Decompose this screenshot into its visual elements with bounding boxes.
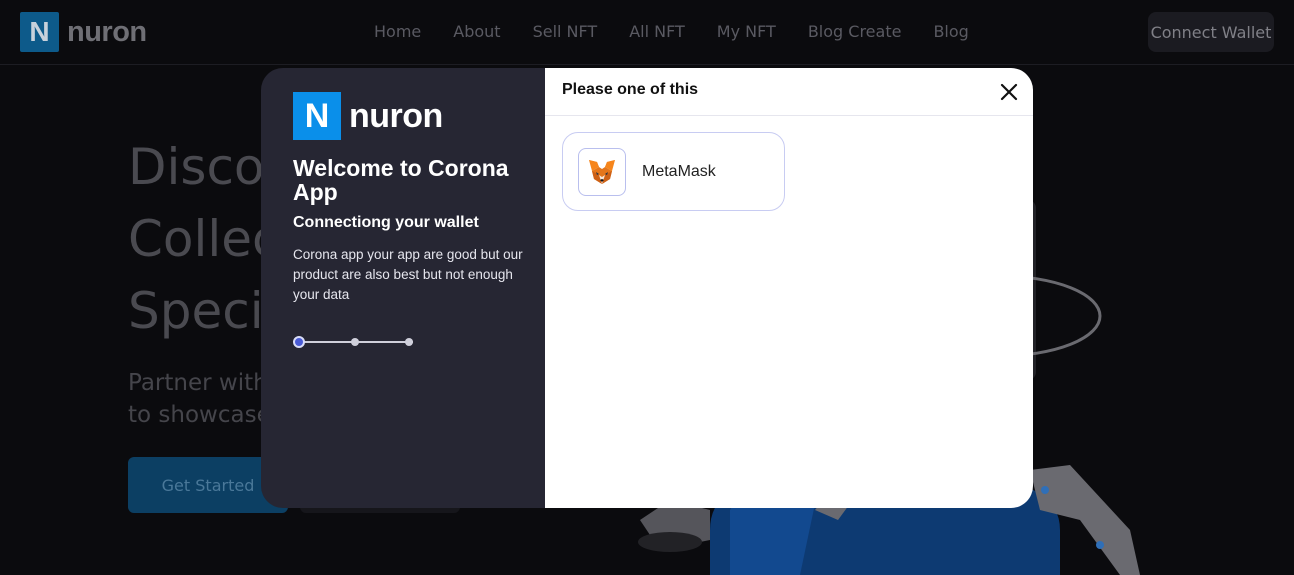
wallet-panel-title: Please one of this bbox=[562, 81, 699, 98]
nav-link-my-nft[interactable]: My NFT bbox=[701, 19, 792, 45]
step-dot-2 bbox=[351, 338, 359, 346]
wallet-option-metamask[interactable]: MetaMask bbox=[562, 132, 785, 211]
modal-description: Corona app your app are good but our pro… bbox=[293, 247, 523, 302]
hero-heading-line-3: Specif bbox=[128, 282, 282, 340]
modal-logo-mark: N bbox=[293, 92, 341, 140]
step-indicator bbox=[293, 336, 415, 348]
connect-wallet-modal: N nuron Welcome to Corona App Connection… bbox=[261, 68, 1033, 508]
close-icon[interactable] bbox=[999, 82, 1019, 102]
wallet-icon-container bbox=[578, 147, 626, 196]
step-dot-1-active bbox=[293, 336, 305, 348]
logo-mark: N bbox=[20, 12, 59, 52]
site-logo[interactable]: N nuron bbox=[20, 12, 147, 52]
modal-logo: N nuron bbox=[293, 92, 443, 140]
wallet-panel-header: Please one of this bbox=[545, 68, 1033, 116]
step-dot-3 bbox=[405, 338, 413, 346]
hero-heading-line-2: Collec bbox=[128, 210, 280, 268]
modal-info-panel: N nuron Welcome to Corona App Connection… bbox=[261, 68, 545, 508]
hero-subtext-line-1: Partner with bbox=[128, 370, 268, 396]
modal-welcome-title: Welcome to Corona App bbox=[293, 155, 509, 205]
wallet-select-panel: Please one of this MetaMask bbox=[545, 68, 1033, 508]
modal-subtitle: Connectiong your wallet bbox=[293, 214, 479, 231]
nav-link-all-nft[interactable]: All NFT bbox=[613, 19, 701, 45]
main-nav: Home About Sell NFT All NFT My NFT Blog … bbox=[358, 19, 985, 45]
logo-text: nuron bbox=[67, 15, 147, 48]
hero-subtext-line-2: to showcase bbox=[128, 402, 271, 428]
nav-link-home[interactable]: Home bbox=[358, 19, 437, 45]
navbar: N nuron Home About Sell NFT All NFT My N… bbox=[0, 0, 1294, 65]
metamask-fox-icon bbox=[589, 159, 615, 184]
nav-link-sell-nft[interactable]: Sell NFT bbox=[517, 19, 614, 45]
modal-logo-text: nuron bbox=[349, 96, 443, 135]
wallet-name-metamask: MetaMask bbox=[642, 162, 716, 180]
connect-wallet-button[interactable]: Connect Wallet bbox=[1148, 12, 1274, 52]
nav-link-blog[interactable]: Blog bbox=[917, 19, 984, 45]
nav-link-blog-create[interactable]: Blog Create bbox=[792, 19, 918, 45]
nav-link-about[interactable]: About bbox=[437, 19, 516, 45]
